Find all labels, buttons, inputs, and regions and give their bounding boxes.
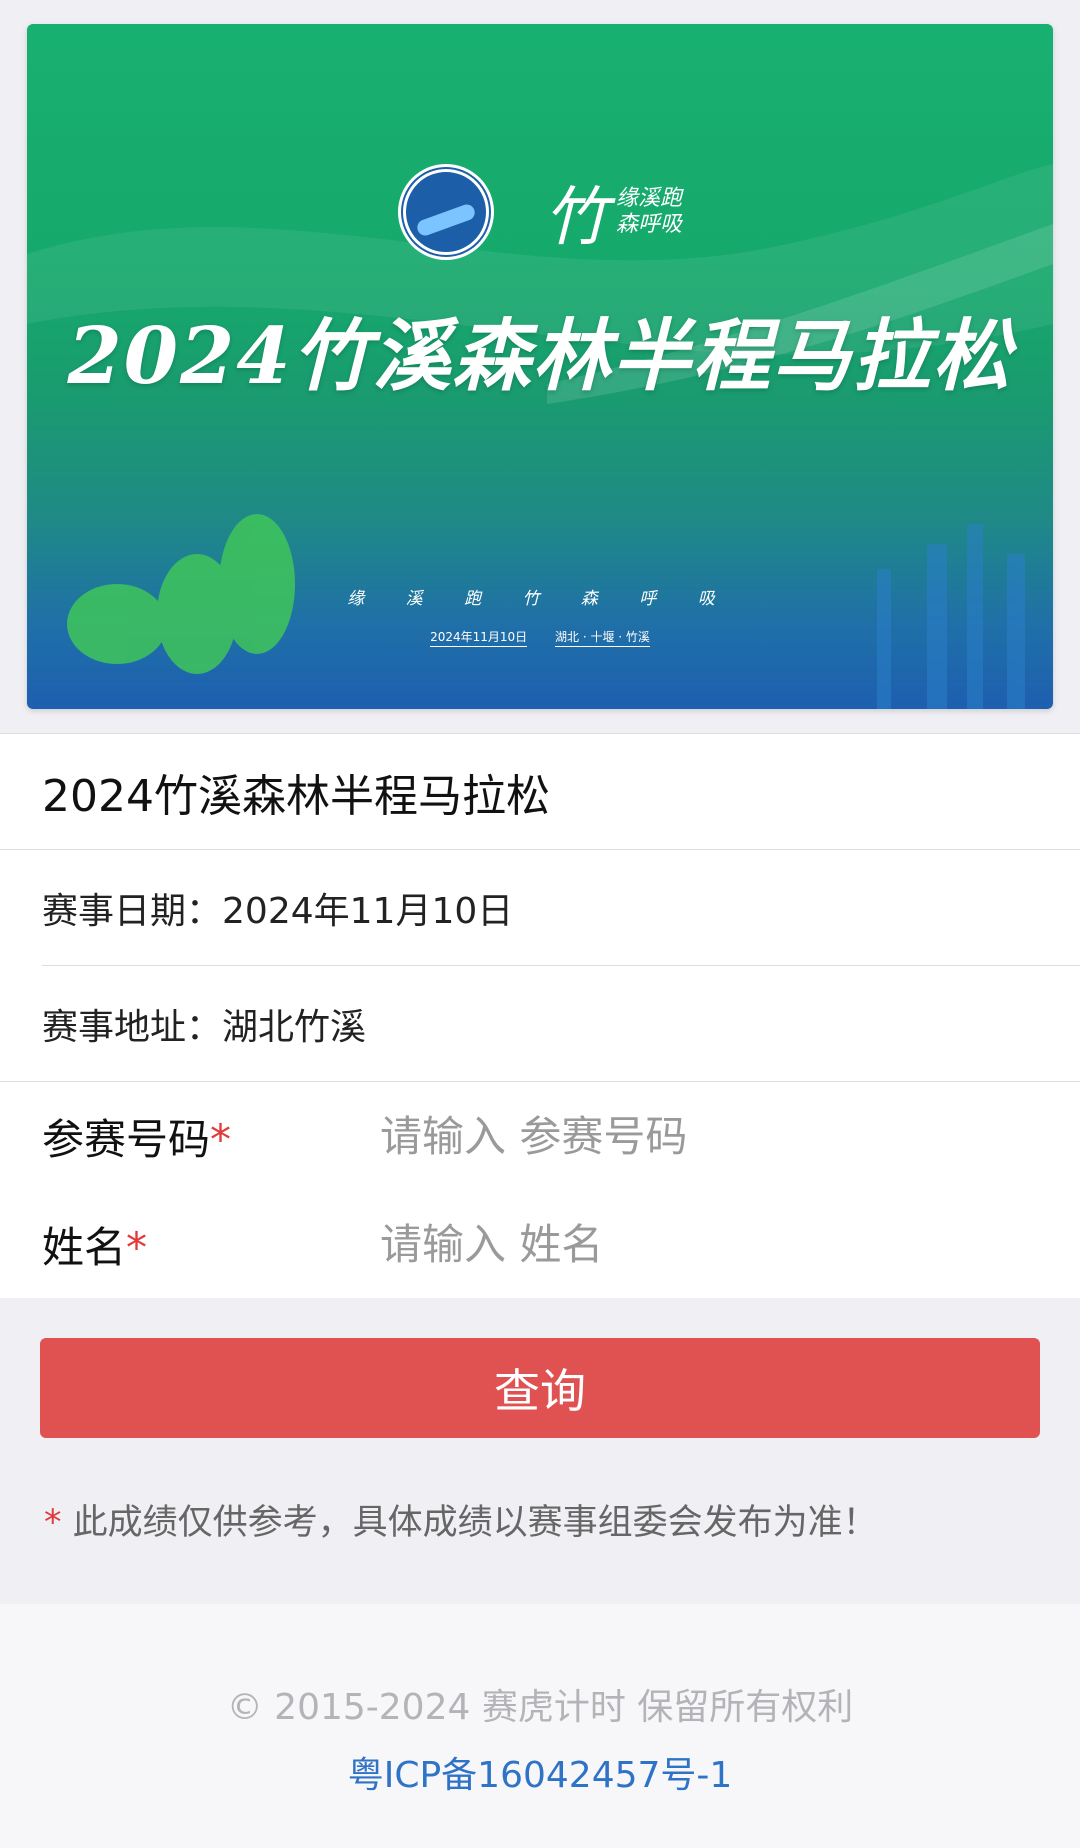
query-button[interactable]: 查询 xyxy=(40,1338,1040,1438)
icp-link[interactable]: 粤ICP备16042457号-1 xyxy=(348,1746,733,1798)
action-area: 查询 * 此成绩仅供参考，具体成绩以赛事组委会发布为准！ xyxy=(0,1298,1080,1604)
disclaimer-note: * 此成绩仅供参考，具体成绩以赛事组委会发布为准！ xyxy=(40,1494,1040,1545)
name-row: 姓名* xyxy=(0,1190,1080,1298)
required-mark: * xyxy=(126,1222,148,1272)
required-mark: * xyxy=(210,1114,232,1164)
event-logo: 竹 缘溪跑 森呼吸 xyxy=(544,166,682,258)
bib-number-row: 参赛号码* xyxy=(0,1082,1080,1190)
association-badge-icon xyxy=(397,164,494,260)
banner-logos: 竹 缘溪跑 森呼吸 xyxy=(27,164,1053,260)
banner-slogan: 缘 溪 跑 竹 森 呼 吸 xyxy=(347,589,733,609)
banner-wrapper: 竹 缘溪跑 森呼吸 2024竹溪森林半程马拉松 缘 溪 跑 竹 森 呼 吸 20… xyxy=(0,0,1080,709)
disclaimer-text: 此成绩仅供参考，具体成绩以赛事组委会发布为准！ xyxy=(61,1503,878,1543)
event-logo-text: 缘溪跑 森呼吸 xyxy=(615,186,682,237)
event-address-label: 赛事地址： xyxy=(42,1006,223,1048)
event-banner: 竹 缘溪跑 森呼吸 2024竹溪森林半程马拉松 缘 溪 跑 竹 森 呼 吸 20… xyxy=(27,24,1053,709)
footer: © 2015-2024 赛虎计时 保留所有权利 粤ICP备16042457号-1 xyxy=(0,1604,1080,1848)
event-logo-mark: 竹 xyxy=(543,181,608,255)
name-label: 姓名* xyxy=(42,1214,380,1275)
banner-place: 湖北 · 十堰 · 竹溪 xyxy=(555,630,650,647)
bib-number-label-text: 参赛号码 xyxy=(42,1114,211,1164)
name-label-text: 姓名 xyxy=(42,1222,127,1272)
event-info-section: 2024竹溪森林半程马拉松 赛事日期： 2024年11月10日 赛事地址： 湖北… xyxy=(0,733,1080,1298)
banner-date: 2024年11月10日 xyxy=(430,630,528,647)
banner-info: 2024年11月10日 湖北 · 十堰 · 竹溪 xyxy=(27,628,1053,647)
name-input[interactable] xyxy=(380,1219,980,1269)
event-date-row: 赛事日期： 2024年11月10日 xyxy=(42,850,1080,966)
event-address-value: 湖北竹溪 xyxy=(222,1006,367,1048)
event-address-row: 赛事地址： 湖北竹溪 xyxy=(0,966,1080,1082)
copyright-text: © 2015-2024 赛虎计时 保留所有权利 xyxy=(226,1687,854,1728)
event-date-value: 2024年11月10日 xyxy=(222,890,514,932)
bib-number-input[interactable] xyxy=(380,1111,980,1161)
bib-number-label: 参赛号码* xyxy=(42,1106,380,1167)
event-date-label: 赛事日期： xyxy=(42,890,223,932)
banner-title: 2024竹溪森林半程马拉松 xyxy=(67,311,1013,402)
event-title: 2024竹溪森林半程马拉松 xyxy=(0,734,1080,850)
disclaimer-mark: * xyxy=(44,1503,62,1543)
